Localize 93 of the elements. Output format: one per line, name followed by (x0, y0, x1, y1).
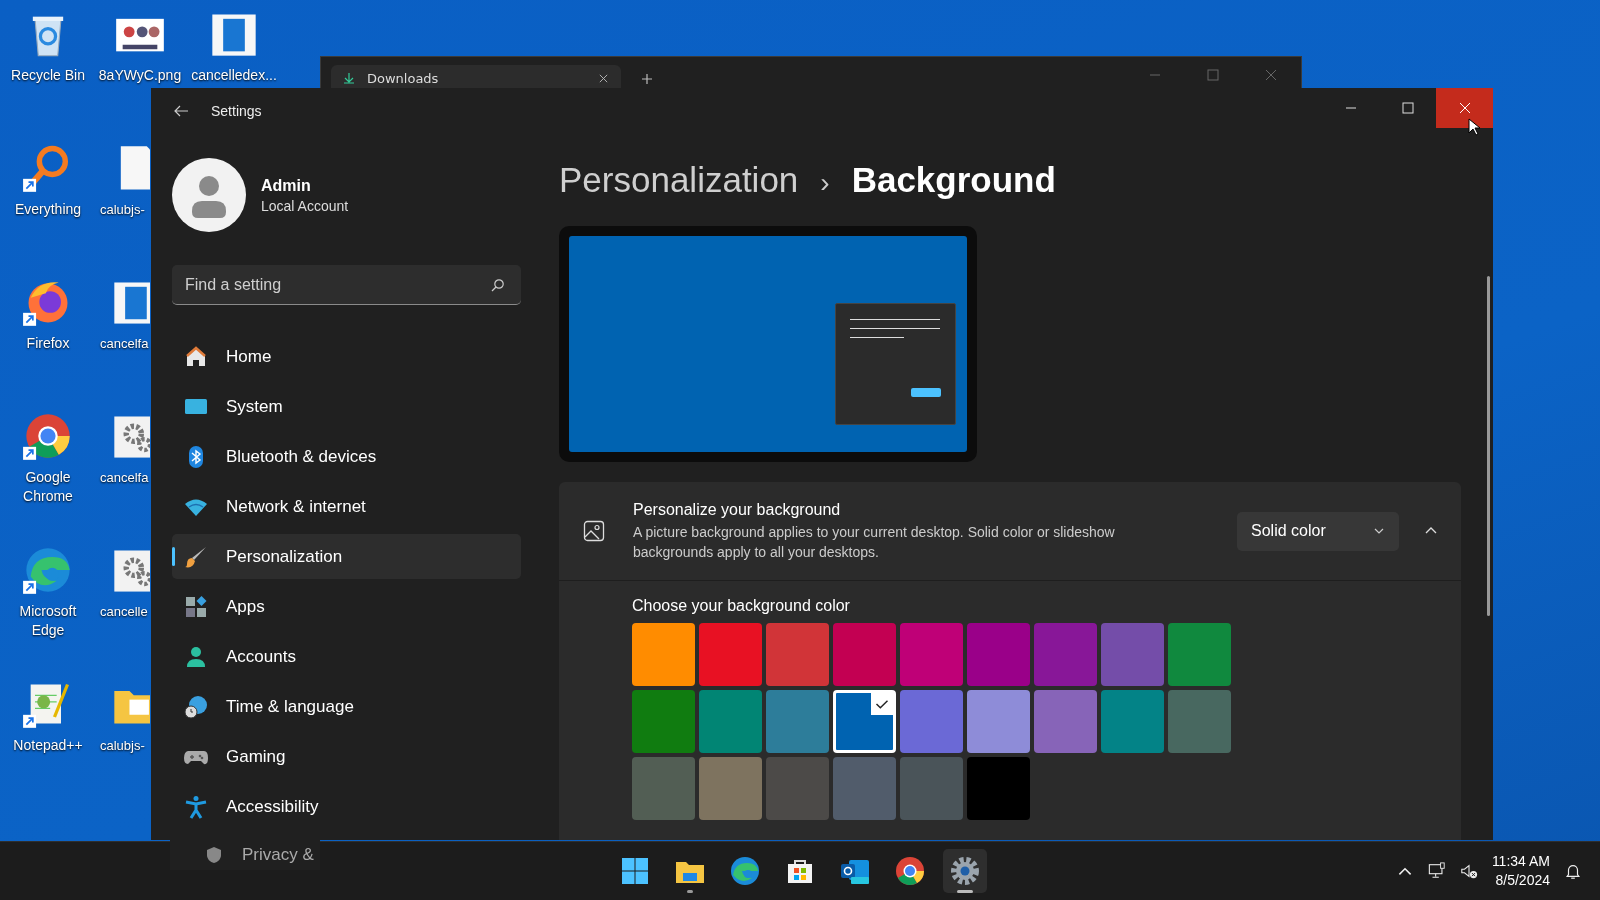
icon-label[interactable]: cancelfa (100, 334, 149, 353)
section-label: Choose your background color (632, 597, 851, 615)
color-swatch[interactable] (833, 623, 896, 686)
search-field[interactable]: Find a setting (172, 265, 521, 305)
globe-clock-icon (184, 694, 208, 719)
icon-label[interactable]: Firefox (26, 334, 70, 353)
nav-item[interactable]: Gaming (172, 734, 521, 779)
nav-item[interactable]: Home (172, 334, 521, 379)
chrome-icon (894, 855, 926, 887)
window-title: Settings (211, 103, 262, 119)
color-swatch[interactable] (1101, 623, 1164, 686)
icon-label[interactable]: calubjs- (100, 736, 145, 755)
taskbar-button[interactable] (943, 849, 987, 893)
breadcrumb-link[interactable]: Personalization (559, 160, 799, 200)
windows-logo-icon (619, 855, 651, 887)
color-swatch[interactable] (1034, 690, 1097, 753)
network-icon[interactable] (1427, 862, 1446, 880)
apps-icon (184, 594, 208, 619)
icon-label[interactable]: Google Chrome (4, 468, 92, 506)
person-icon (184, 644, 208, 669)
icon-label[interactable]: calubjs- (100, 200, 145, 219)
gear-icon (949, 855, 981, 887)
running-indicator (957, 890, 973, 893)
nav-item[interactable]: Accounts (172, 634, 521, 679)
breadcrumb-separator: › (820, 167, 830, 199)
close-icon[interactable] (1265, 69, 1277, 81)
user-name: Admin (261, 176, 312, 195)
nav-item[interactable]: Apps (172, 584, 521, 629)
clock[interactable]: 11:34 AM 8/5/2024 (1491, 852, 1550, 890)
page-title: Background (851, 160, 1056, 200)
color-swatch[interactable] (699, 757, 762, 820)
maximize-icon (1401, 102, 1414, 114)
avatar-icon[interactable] (172, 158, 246, 232)
color-swatch[interactable] (900, 757, 963, 820)
accessibility-icon (184, 794, 208, 819)
search-icon (491, 278, 505, 292)
close-icon (1458, 102, 1471, 114)
color-swatch[interactable] (632, 757, 695, 820)
browser-tab[interactable]: Downloads (331, 65, 621, 91)
account-type: Local Account (261, 197, 349, 214)
back-arrow-icon[interactable] (173, 103, 189, 119)
color-swatch[interactable] (1034, 623, 1097, 686)
running-indicator (687, 890, 693, 893)
new-tab-icon[interactable] (641, 73, 653, 85)
icon-label[interactable]: cancelfa (100, 468, 149, 487)
color-swatch[interactable] (900, 690, 963, 753)
nav-item[interactable]: Bluetooth & devices (172, 434, 521, 479)
icon-label[interactable]: 8aYWyC.png (98, 66, 182, 85)
color-swatch[interactable] (1101, 690, 1164, 753)
edge-icon (729, 855, 761, 887)
close-button[interactable] (1436, 88, 1493, 128)
color-swatch[interactable] (632, 690, 695, 753)
color-swatch[interactable] (766, 757, 829, 820)
color-swatch[interactable] (967, 623, 1030, 686)
color-swatch[interactable] (699, 623, 762, 686)
color-swatch[interactable] (1168, 690, 1231, 753)
color-swatch[interactable] (766, 690, 829, 753)
color-swatch[interactable] (632, 623, 695, 686)
nav-item[interactable]: Time & language (172, 684, 521, 729)
color-swatch[interactable] (699, 690, 762, 753)
icon-label[interactable]: Microsoft Edge (4, 602, 92, 640)
nav-item[interactable]: Privacy & (170, 840, 320, 870)
icon-label[interactable]: Notepad++ (13, 736, 83, 755)
color-swatch[interactable] (833, 757, 896, 820)
scrollbar[interactable] (1487, 276, 1490, 616)
mouse-cursor-icon (1468, 118, 1480, 136)
color-swatch[interactable] (967, 690, 1030, 753)
icon-label[interactable]: cancelle (100, 602, 148, 621)
house-icon (184, 344, 208, 369)
setting-description: A picture background applies to your current desktop. Solid color or slideshow backgrounds apply to all your desktops. (633, 522, 1116, 562)
icon-label[interactable]: Everything (14, 200, 82, 219)
background-dropdown[interactable]: Solid color (1237, 511, 1399, 551)
color-swatch[interactable] (833, 690, 896, 753)
nav-item[interactable]: System (172, 384, 521, 429)
shield-icon (204, 845, 224, 865)
nav-item[interactable]: Network & internet (172, 484, 521, 529)
color-swatch[interactable] (900, 623, 963, 686)
download-icon (343, 72, 355, 84)
muted-speaker-icon[interactable] (1459, 862, 1478, 880)
color-swatch[interactable] (766, 623, 829, 686)
icon-label[interactable]: Recycle Bin (11, 66, 85, 85)
nav-item[interactable]: Personalization (172, 534, 521, 579)
setting-title: Personalize your background (633, 500, 842, 519)
brush-icon (184, 544, 208, 569)
icon-label[interactable]: cancelledex... (191, 66, 277, 85)
image-icon (583, 520, 605, 542)
close-icon[interactable] (598, 72, 609, 84)
nav-item[interactable]: Accessibility (172, 784, 521, 829)
bell-icon[interactable] (1564, 862, 1582, 880)
selection-indicator (172, 547, 175, 566)
color-swatch[interactable] (1168, 623, 1231, 686)
color-swatch[interactable] (967, 757, 1030, 820)
checkmark-icon (871, 693, 893, 715)
